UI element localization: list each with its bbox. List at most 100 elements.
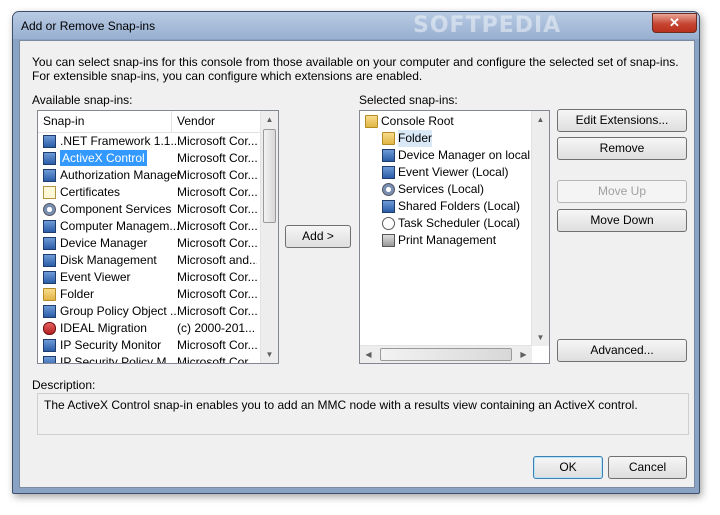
tree-item-label: Device Manager on local computer [398,148,549,162]
tree-item-label: Task Scheduler (Local) [398,216,521,230]
disk-management-icon [43,254,56,267]
group-policy-icon [43,305,56,318]
snapin-name: Component Services [60,202,172,216]
snapin-vendor: Microsoft Cor... [177,151,257,165]
task-scheduler-icon [382,217,395,230]
snapin-row[interactable]: IP Security Policy M... Microsoft Cor... [38,354,261,364]
tree-item-label: Folder [398,130,433,147]
authorization-icon [43,169,56,182]
device-manager-icon [382,149,395,162]
snapin-name: Certificates [60,185,121,199]
snapin-name: ActiveX Control [60,150,147,166]
available-snapins-list[interactable]: Snap-in Vendor .NET Framework 1.1... Micr… [37,110,279,364]
snapin-row[interactable]: Group Policy Object ... Microsoft Cor... [38,303,261,320]
snapin-name: Event Viewer [60,270,131,284]
snapin-row[interactable]: Authorization Manager Microsoft Cor... [38,167,261,184]
selected-snapins-tree[interactable]: Console Root Folder Device Manager on loca… [359,110,550,364]
scroll-left-icon[interactable]: ◀ [360,346,377,363]
snapin-vendor: Microsoft Cor... [177,236,257,250]
snapin-name: Computer Managem... [60,219,180,233]
certificate-icon [43,186,56,199]
services-icon [382,183,395,196]
advanced-button[interactable]: Advanced... [557,339,687,362]
snapin-row[interactable]: Event Viewer Microsoft Cor... [38,269,261,286]
snapin-row[interactable]: .NET Framework 1.1... Microsoft Cor... [38,133,261,150]
snapin-row[interactable]: IP Security Monitor Microsoft Cor... [38,337,261,354]
add-button[interactable]: Add > [285,225,351,248]
folder-icon [382,132,395,145]
selected-vertical-scrollbar[interactable]: ▲ ▼ [531,111,549,346]
scroll-down-icon[interactable]: ▼ [532,329,549,346]
tree-item-label: Print Management [398,233,497,247]
snapin-row[interactable]: Device Manager Microsoft Cor... [38,235,261,252]
ok-button[interactable]: OK [533,456,603,479]
ideal-migration-icon [43,322,56,335]
snapin-vendor: Microsoft Cor... [177,355,257,364]
snapin-vendor: Microsoft Cor... [177,338,257,352]
close-icon: ✕ [669,15,680,30]
snapin-name: Device Manager [60,236,148,250]
ip-security-icon [43,339,56,352]
event-viewer-icon [43,271,56,284]
dialog-window: Add or Remove Snap-ins SOFTPEDIA ✕ You c… [12,11,700,494]
scroll-down-icon[interactable]: ▼ [261,346,278,363]
column-header-vendor[interactable]: Vendor [172,111,257,132]
move-down-button[interactable]: Move Down [557,209,687,232]
snapin-name: IP Security Policy M... [60,355,177,364]
selected-horizontal-scrollbar[interactable]: ◀ ▶ [360,345,532,363]
cancel-button[interactable]: Cancel [608,456,687,479]
selected-snapins-label: Selected snap-ins: [359,93,458,107]
snapin-row[interactable]: Disk Management Microsoft and... [38,252,261,269]
snapin-vendor: Microsoft and... [177,253,257,267]
intro-text: You can select snap-ins for this console… [32,55,679,83]
snapin-name: .NET Framework 1.1... [60,134,181,148]
activex-icon [43,152,56,165]
snapin-vendor: Microsoft Cor... [177,185,257,199]
snapin-row[interactable]: Computer Managem... Microsoft Cor... [38,218,261,235]
window-title: Add or Remove Snap-ins [21,19,156,33]
move-up-button[interactable]: Move Up [557,180,687,203]
snapin-vendor: Microsoft Cor... [177,219,257,233]
ip-security-policy-icon [43,356,56,363]
snapin-name: Group Policy Object ... [60,304,181,318]
print-management-icon [382,234,395,247]
scroll-up-icon[interactable]: ▲ [261,111,278,128]
title-bar[interactable]: Add or Remove Snap-ins SOFTPEDIA ✕ [13,12,699,39]
close-button[interactable]: ✕ [652,13,697,33]
device-manager-icon [43,237,56,250]
tree-item-label: Shared Folders (Local) [398,199,521,213]
description-label: Description: [32,378,96,392]
folder-icon [43,288,56,301]
available-snapins-label: Available snap-ins: [32,93,133,107]
scroll-up-icon[interactable]: ▲ [532,111,549,128]
event-viewer-icon [382,166,395,179]
folder-icon [365,115,378,128]
snapin-vendor: Microsoft Cor... [177,304,257,318]
dialog-content: You can select snap-ins for this console… [19,40,695,488]
snapin-vendor: Microsoft Cor... [177,270,257,284]
column-header-snapin[interactable]: Snap-in [38,111,172,132]
computer-management-icon [43,220,56,233]
snapin-name: IDEAL Migration [60,321,147,335]
snapin-name: Folder [60,287,95,301]
snapin-row[interactable]: Component Services Microsoft Cor... [38,201,261,218]
snapin-row[interactable]: ActiveX Control Microsoft Cor... [38,150,261,167]
available-vertical-scrollbar[interactable]: ▲ ▼ [260,111,278,363]
snapin-row[interactable]: IDEAL Migration (c) 2000-201... [38,320,261,337]
scroll-right-icon[interactable]: ▶ [515,346,532,363]
snapin-vendor: Microsoft Cor... [177,168,257,182]
tree-item-label: Event Viewer (Local) [398,165,509,179]
snapin-row[interactable]: Folder Microsoft Cor... [38,286,261,303]
scrollbar-thumb[interactable] [263,129,276,223]
snapin-row[interactable]: Certificates Microsoft Cor... [38,184,261,201]
softpedia-watermark: SOFTPEDIA [413,13,562,38]
dotnet-icon [43,135,56,148]
snapin-vendor: Microsoft Cor... [177,202,257,216]
edit-extensions-button[interactable]: Edit Extensions... [557,109,687,132]
tree-item-label: Console Root [381,114,454,128]
snapin-name: Authorization Manager [60,168,181,182]
scrollbar-thumb[interactable] [380,348,512,361]
list-header: Snap-in Vendor [38,111,261,133]
remove-button[interactable]: Remove [557,137,687,160]
snapin-vendor: Microsoft Cor... [177,287,257,301]
